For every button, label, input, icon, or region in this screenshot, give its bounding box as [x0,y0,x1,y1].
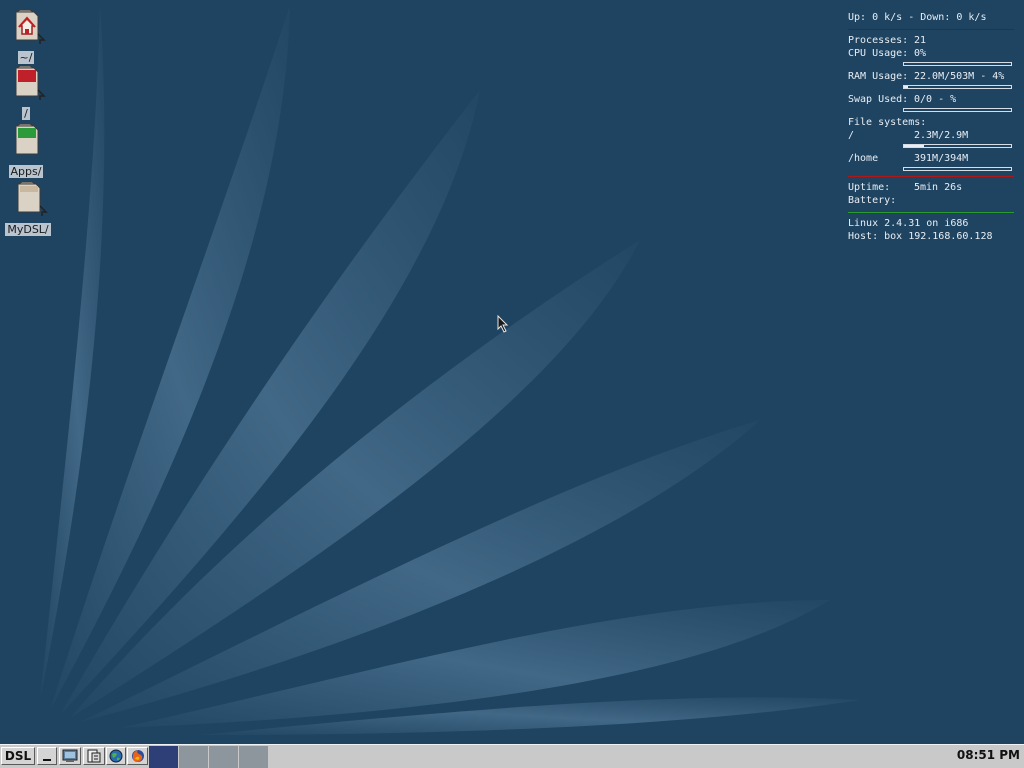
minimize-button[interactable] [37,747,57,765]
start-menu-button[interactable]: DSL [1,747,35,765]
workspace-3[interactable] [209,746,238,768]
processes-row: Processes: 21 [848,35,927,46]
home-folder-icon [15,9,46,44]
kernel-info: Linux 2.4.31 on i686 [848,218,969,229]
cpu-usage-bar [903,62,1012,66]
desktop-icon-mydsl[interactable]: MyDSL/ [0,178,58,237]
minimize-icon [43,759,51,761]
desktop-icon-label: Apps/ [8,165,44,178]
filesystems-header: File systems: [848,117,927,128]
uptime-divider [848,176,1014,177]
firefox-button[interactable] [127,747,148,765]
terminal-button[interactable] [59,747,81,765]
filesystem-home-bar [903,167,1012,171]
filesystem-root-row: / 2.3M/2.9M [848,130,969,141]
web-browser-button[interactable] [106,747,126,765]
web-browser-icon [109,749,123,763]
swap-usage-row: Swap Used: 0/0 - % [848,94,957,105]
desktop-icon-label: MyDSL/ [5,223,51,236]
filesystem-home-row: /home 391M/394M [848,153,969,164]
swap-usage-bar [903,108,1012,112]
battery-row: Battery: [848,195,897,206]
desktop-icon-home[interactable]: ~/ [0,6,56,65]
desktop-icon-label: / [22,107,30,120]
file-manager-icon [87,749,101,763]
desktop-icon-apps[interactable]: Apps/ [0,120,56,179]
apps-folder-icon [15,123,39,155]
workspace-4[interactable] [239,746,268,768]
workspace-1[interactable] [149,746,178,768]
taskbar-clock: 08:51 PM [956,748,1020,762]
root-folder-icon [15,65,46,100]
host-info: Host: box 192.168.60.128 [848,231,993,242]
desktop-icon-root[interactable]: / [0,62,56,121]
mouse-cursor-icon [497,315,509,333]
cpu-usage-row: CPU Usage: 0% [848,48,927,59]
system-monitor: Up: 0 k/s - Down: 0 k/s Processes: 21 CP… [848,11,1014,243]
ram-usage-row: RAM Usage: 22.0M/503M - 4% [848,71,1005,82]
workspace-2[interactable] [179,746,208,768]
firefox-icon [131,750,144,762]
terminal-icon [62,749,78,762]
kernel-divider [848,212,1014,213]
uptime-row: Uptime: 5min 26s [848,182,963,193]
file-manager-button[interactable] [83,747,105,765]
taskbar: DSL 08:51 PM [0,744,1024,768]
desktop[interactable]: ~/ / Apps/ MyDSL/ Up: 0 k/s - Down: 0 k/… [0,0,1024,744]
network-divider [848,29,1014,30]
filesystem-root-bar [903,144,1012,148]
network-speed: Up: 0 k/s - Down: 0 k/s [848,12,987,23]
ram-usage-bar [903,85,1012,89]
mydsl-folder-icon [17,181,48,216]
